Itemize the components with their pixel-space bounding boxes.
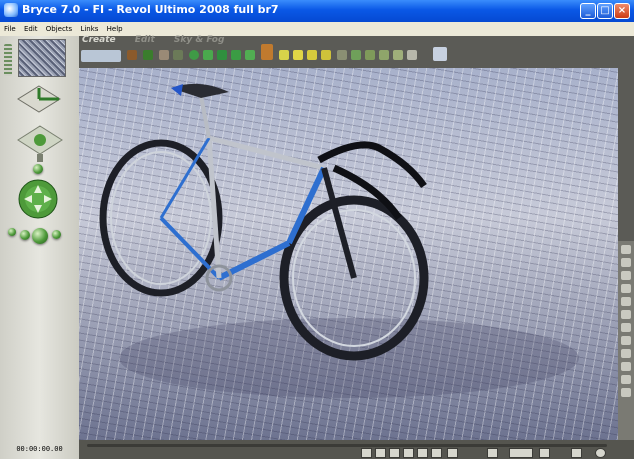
create-palette [81,44,453,66]
primitive-icon-6[interactable] [407,50,417,60]
window-title: Bryce 7.0 - FI - Revol Ultimo 2008 full … [22,3,279,16]
stone-icon[interactable] [173,50,183,60]
primitive-icon-3[interactable] [365,50,375,60]
view-control[interactable] [14,84,64,114]
nano-preview[interactable] [18,39,66,77]
pyramid-icon[interactable] [245,50,255,60]
title-bar: Bryce 7.0 - FI - Revol Ultimo 2008 full … [0,0,634,22]
menu-edit[interactable]: Edit [21,22,41,36]
3d-viewport[interactable] [79,68,618,440]
remove-key-button[interactable] [539,448,550,458]
sphere-icon[interactable] [189,50,199,60]
light-icon-3[interactable] [307,50,317,60]
water-plane-icon[interactable] [81,50,121,62]
rewind-button[interactable] [361,448,372,458]
terrain-icon[interactable] [127,50,137,60]
close-button[interactable]: × [614,3,630,19]
minimize-button[interactable]: _ [580,3,596,19]
animation-bar [79,440,634,459]
zoom-in-icon[interactable] [32,228,48,244]
tree-icon[interactable] [143,50,153,60]
light-icon-2[interactable] [293,50,303,60]
zoom-reset-icon[interactable] [52,230,61,239]
fast-forward-button[interactable] [431,448,442,458]
view-tools-strip [618,241,634,441]
view-tool-8-icon[interactable] [621,336,631,345]
view-tool-9-icon[interactable] [621,349,631,358]
prev-frame-button[interactable] [375,448,386,458]
view-tool-1-icon[interactable] [621,245,631,254]
camera-pan-control[interactable] [10,124,70,164]
view-tool-6-icon[interactable] [621,310,631,319]
maximize-button[interactable]: □ [597,3,613,19]
cube-icon[interactable] [231,50,241,60]
view-tool-4-icon[interactable] [621,284,631,293]
primitive-icon-5[interactable] [393,50,403,60]
view-tool-10-icon[interactable] [621,362,631,371]
view-tool-2-icon[interactable] [621,258,631,267]
light-icon-1[interactable] [279,50,289,60]
rock-icon[interactable] [159,50,169,60]
play-button[interactable] [403,448,414,458]
control-panel: 00:00:00.00 [0,36,79,459]
zoom-mid-icon[interactable] [20,230,30,240]
timeline-scrubber[interactable] [87,444,607,447]
primitive-icon-2[interactable] [351,50,361,60]
view-tool-12-icon[interactable] [621,388,631,397]
add-key-button[interactable] [487,448,498,458]
trackball-small-icon[interactable] [33,164,43,174]
view-tool-11-icon[interactable] [621,375,631,384]
figure-icon[interactable] [261,44,273,60]
panel-grip-icon[interactable] [4,44,12,76]
zoom-controls [2,226,77,246]
light-icon-4[interactable] [321,50,331,60]
menu-objects[interactable]: Objects [43,22,75,36]
zoom-out-icon[interactable] [8,228,16,236]
stop-button[interactable] [389,448,400,458]
menu-file[interactable]: File [0,22,19,36]
bicycle-render [99,83,579,398]
next-frame-button[interactable] [417,448,428,458]
timecode-display: 00:00:00.00 [16,445,63,453]
view-tool-3-icon[interactable] [621,271,631,280]
primitive-icon-4[interactable] [379,50,389,60]
light-arrow-icon[interactable] [433,47,447,61]
cylinder-icon[interactable] [217,50,227,60]
primitive-icon-1[interactable] [337,50,347,60]
render-button[interactable] [571,448,582,458]
torus-icon[interactable] [203,50,213,60]
bryce-workspace: 00:00:00.00 Create Edit Sky & Fog [0,35,634,459]
menu-bar: File Edit Objects Links Help [0,22,634,36]
trackball-control[interactable] [18,179,58,219]
bryce-app-icon [4,3,18,17]
options-icon[interactable] [595,448,606,458]
view-tool-5-icon[interactable] [621,297,631,306]
record-button[interactable] [447,448,458,458]
view-tool-7-icon[interactable] [621,323,631,332]
menu-help[interactable]: Help [104,22,126,36]
menu-links[interactable]: Links [77,22,101,36]
memory-dots-button[interactable] [509,448,533,458]
